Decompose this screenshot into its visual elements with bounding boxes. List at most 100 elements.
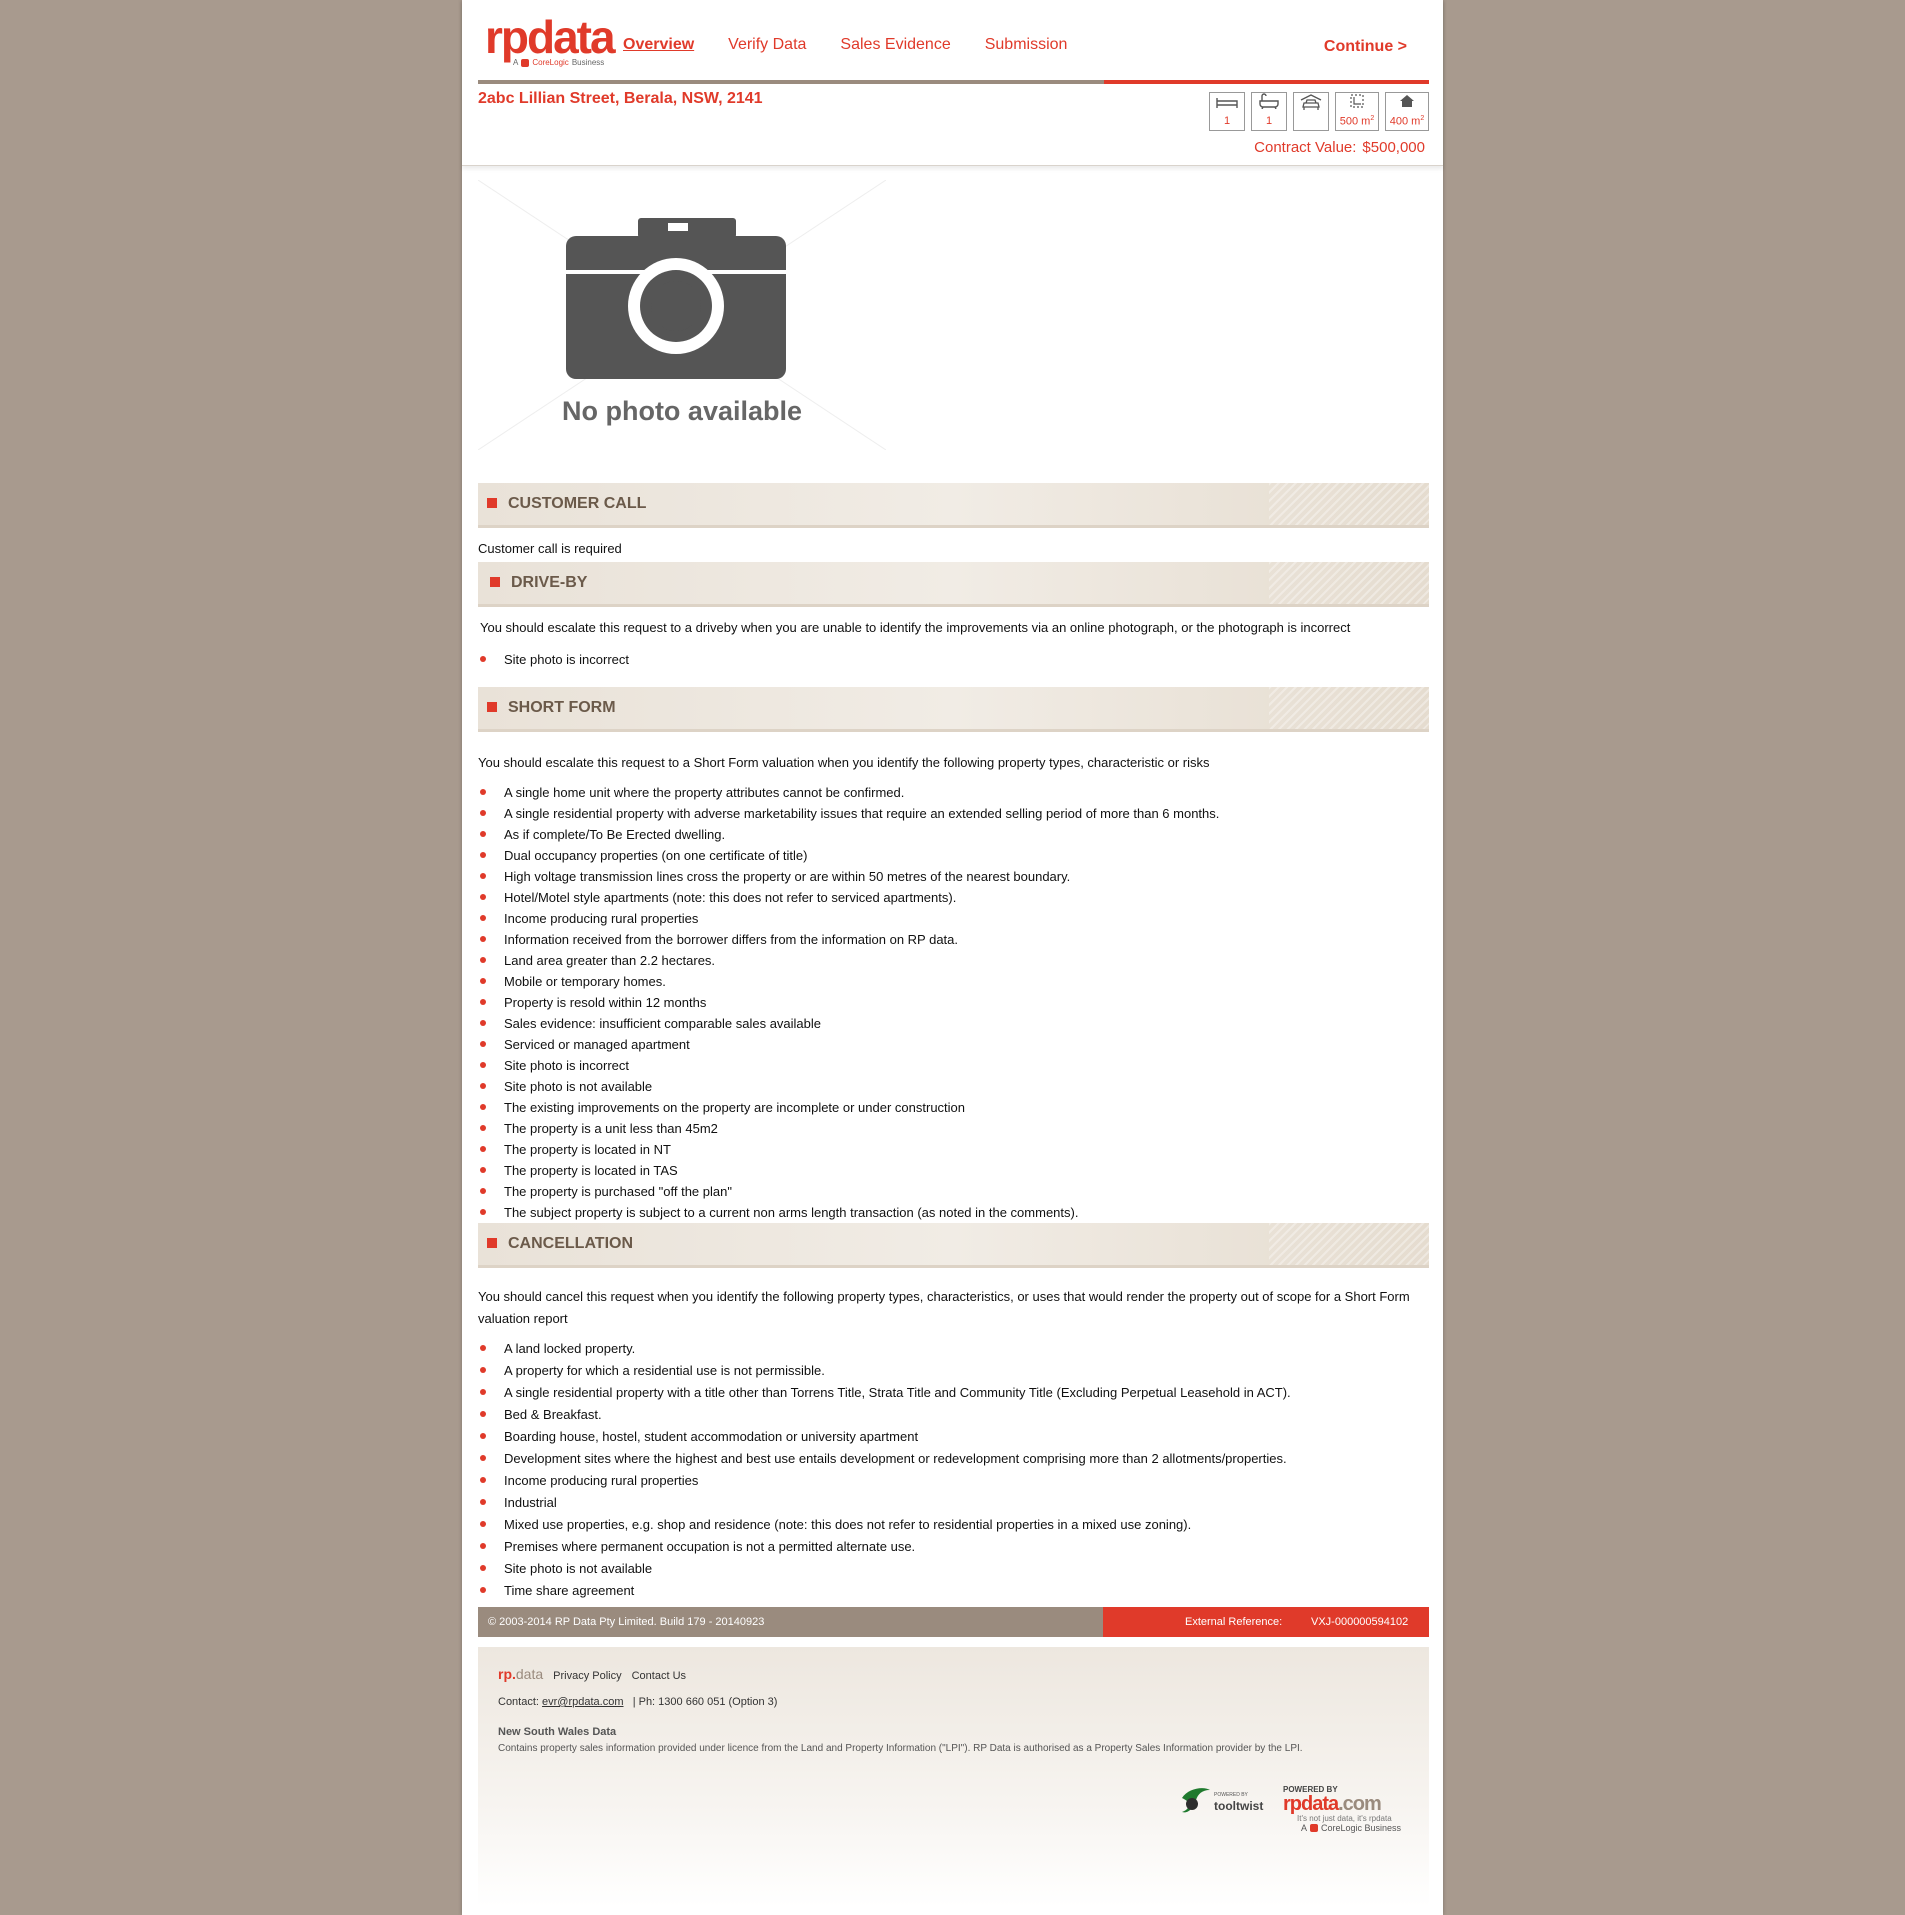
- list-item: Site photo is incorrect: [478, 649, 1429, 671]
- list-item: A land locked property.: [478, 1338, 1429, 1360]
- list-item: Bed & Breakfast.: [478, 1404, 1429, 1426]
- footer: rp.data Privacy Policy Contact Us Contac…: [478, 1647, 1429, 1907]
- corelogic-icon: [521, 58, 530, 67]
- short-form-text: You should escalate this request to a Sh…: [478, 755, 1210, 770]
- rp-cl-name: CoreLogic Business: [1321, 1823, 1402, 1833]
- list-item: Sales evidence: insufficient comparable …: [478, 1013, 1429, 1034]
- list-item: A property for which a residential use i…: [478, 1360, 1429, 1382]
- tooltwist-icon: [1182, 1788, 1210, 1813]
- land-area-icon: [1336, 93, 1378, 115]
- main-nav: Overview Verify Data Sales Evidence Subm…: [623, 36, 1067, 54]
- list-item: Land area greater than 2.2 hectares.: [478, 950, 1429, 971]
- bedrooms-box: 1: [1209, 92, 1245, 131]
- contact-phone: | Ph: 1300 660 051 (Option 3): [632, 1696, 778, 1708]
- list-item: The property is purchased "off the plan": [478, 1181, 1429, 1202]
- guidelines: CUSTOMER CALL Customer call is required …: [478, 483, 1429, 1602]
- floor-area-box: 400 m2: [1385, 92, 1429, 131]
- section-drive-by-header: DRIVE-BY: [478, 562, 1429, 607]
- list-item: Dual occupancy properties (on one certif…: [478, 845, 1429, 866]
- nav-overview[interactable]: Overview: [623, 36, 694, 54]
- bullet-square-icon: [487, 1238, 497, 1248]
- bullet-square-icon: [490, 577, 500, 587]
- contact-us-link[interactable]: Contact Us: [632, 1670, 686, 1682]
- list-item: Information received from the borrower d…: [478, 929, 1429, 950]
- floor-area-value: 400 m: [1389, 115, 1421, 128]
- section-cancellation-header: CANCELLATION: [478, 1223, 1429, 1268]
- car-icon: [1294, 93, 1328, 115]
- nav-verify-data[interactable]: Verify Data: [728, 36, 806, 54]
- nav-submission[interactable]: Submission: [985, 36, 1068, 54]
- list-item: Industrial: [478, 1492, 1429, 1514]
- footer-logo-data: data: [515, 1666, 544, 1682]
- tagline-brand: CoreLogic: [532, 58, 569, 67]
- land-area-unit: 2: [1370, 115, 1375, 122]
- list-item: The existing improvements on the propert…: [478, 1097, 1429, 1118]
- list-item: Site photo is not available: [478, 1558, 1429, 1580]
- list-item: Serviced or managed apartment: [478, 1034, 1429, 1055]
- list-item: The property is a unit less than 45m2: [478, 1118, 1429, 1139]
- tagline-suffix: Business: [571, 58, 605, 67]
- contract-amount: $500,000: [1362, 139, 1425, 156]
- rp-cl-prefix: A: [1301, 1823, 1308, 1833]
- cancellation-list: A land locked property. A property for wh…: [478, 1338, 1429, 1602]
- list-item: A single home unit where the property at…: [478, 782, 1429, 803]
- ext-ref-label: External Reference:: [1185, 1616, 1283, 1628]
- rpdata-logo[interactable]: rpdata A CoreLogic Business: [485, 11, 616, 67]
- copyright-text: © 2003-2014 RP Data Pty Limited. Build 1…: [488, 1616, 765, 1628]
- list-item: Development sites where the highest and …: [478, 1448, 1429, 1470]
- contact-email-link[interactable]: evr@rpdata.com: [542, 1696, 623, 1708]
- tooltwist-powered: POWERED BY: [1214, 1792, 1248, 1798]
- list-item: Mixed use properties, e.g. shop and resi…: [478, 1514, 1429, 1536]
- rp-corelogic: A CoreLogic Business: [1301, 1823, 1423, 1833]
- bedrooms-count: 1: [1223, 115, 1231, 127]
- nav-sales-evidence[interactable]: Sales Evidence: [840, 36, 950, 54]
- header: rpdata A CoreLogic Business Overview Ver…: [462, 0, 1443, 166]
- section-title: CANCELLATION: [508, 1235, 634, 1252]
- bathrooms-box: 1: [1251, 92, 1287, 131]
- customer-call-text: Customer call is required: [478, 541, 622, 556]
- external-reference: External Reference: VXJ-000000594102: [1103, 1607, 1429, 1637]
- no-photo-text: No photo available: [561, 396, 803, 426]
- list-item: Hotel/Motel style apartments (note: this…: [478, 887, 1429, 908]
- drive-by-text: You should escalate this request to a dr…: [480, 620, 1351, 635]
- land-area-box: 500 m2: [1335, 92, 1379, 131]
- progress-bar: [478, 80, 1429, 84]
- tooltwist-logo[interactable]: POWERED BY tooltwist: [1178, 1786, 1273, 1820]
- continue-button[interactable]: Continue >: [1324, 38, 1407, 56]
- floor-area-unit: 2: [1420, 115, 1425, 122]
- contract-label: Contract Value:: [1254, 139, 1357, 156]
- section-title: SHORT FORM: [508, 699, 616, 716]
- contact-line: Contact: evr@rpdata.com | Ph: 1300 660 0…: [498, 1696, 777, 1708]
- list-item: Mobile or temporary homes.: [478, 971, 1429, 992]
- footer-logo[interactable]: rp.data: [498, 1666, 543, 1682]
- tagline-prefix: A: [513, 58, 519, 67]
- short-form-list: A single home unit where the property at…: [478, 782, 1429, 1223]
- logo-text: rpdata: [485, 11, 616, 63]
- list-item: Income producing rural properties: [478, 908, 1429, 929]
- rpdata-com-logo[interactable]: POWERED BY rpdata.com It's not just data…: [1283, 1785, 1423, 1833]
- bathrooms-count: 1: [1265, 115, 1273, 127]
- rp-tagline: It's not just data, it's rpdata: [1297, 1814, 1392, 1823]
- list-item: Time share agreement: [478, 1580, 1429, 1602]
- list-item: The subject property is subject to a cur…: [478, 1202, 1429, 1223]
- section-customer-call-header: CUSTOMER CALL: [478, 483, 1429, 528]
- list-item: The property is located in TAS: [478, 1160, 1429, 1181]
- section-title: CUSTOMER CALL: [508, 495, 647, 512]
- land-area-value: 500 m: [1339, 115, 1371, 128]
- nsw-heading: New South Wales Data: [498, 1726, 617, 1738]
- rp-name: rpdata.com: [1283, 1794, 1423, 1814]
- corelogic-tagline: A CoreLogic Business: [513, 58, 615, 67]
- footer-logo-rp: rp.: [498, 1666, 516, 1682]
- tooltwist-name: tooltwist: [1214, 1799, 1264, 1813]
- property-attributes: 1 1 500 m2 400 m2: [1209, 92, 1429, 131]
- list-item: Site photo is not available: [478, 1076, 1429, 1097]
- drive-by-list: Site photo is incorrect: [478, 649, 1429, 671]
- property-photo-placeholder: No photo available: [478, 180, 886, 450]
- contact-prefix: Contact:: [498, 1696, 539, 1708]
- bed-icon: [1210, 93, 1244, 115]
- bullet-square-icon: [487, 498, 497, 508]
- privacy-policy-link[interactable]: Privacy Policy: [553, 1670, 621, 1682]
- list-item: High voltage transmission lines cross th…: [478, 866, 1429, 887]
- ext-ref-value: VXJ-000000594102: [1311, 1616, 1409, 1628]
- rp-name-b: .com: [1338, 1793, 1382, 1815]
